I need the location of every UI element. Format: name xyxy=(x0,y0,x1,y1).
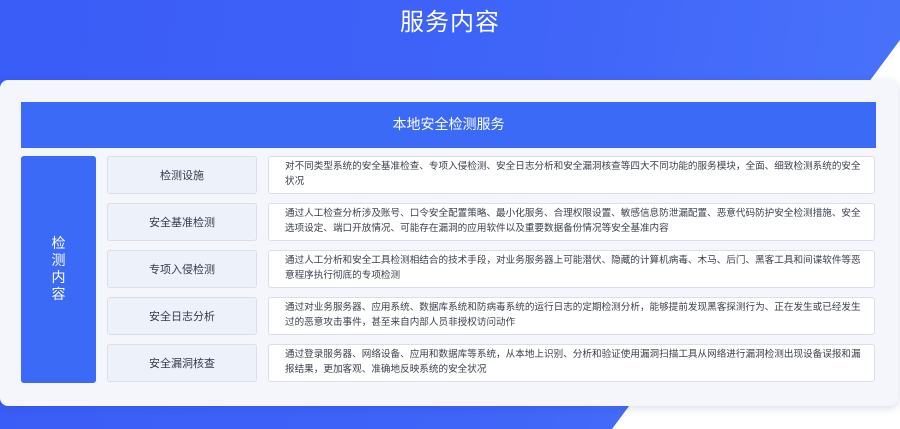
row-name-intrusion-detection: 专项入侵检测 xyxy=(107,250,257,288)
page-title: 服务内容 xyxy=(400,8,500,36)
row-desc-baseline-check: 通过人工检查分析涉及账号、口令安全配置策略、最小化服务、合理权限设置、敏感信息防… xyxy=(268,203,875,241)
service-header: 本地安全检测服务 xyxy=(21,102,876,148)
row-name-log-analysis: 安全日志分析 xyxy=(107,297,257,335)
row-desc-vulnerability-check: 通过登录服务器、网络设备、应用和数据库等系统，从本地上识别、分析和验证使用漏洞扫… xyxy=(268,344,875,382)
row-name-vulnerability-check: 安全漏洞核查 xyxy=(107,344,257,382)
side-category-label: 检测内容 xyxy=(21,156,96,383)
row-name-baseline-check: 安全基准检测 xyxy=(107,203,257,241)
row-desc-detection-facility: 对不同类型系统的安全基准检查、专项入侵检测、安全日志分析和安全漏洞核查等四大不同… xyxy=(268,156,875,194)
service-content-card: 本地安全检测服务 检测内容 检测设施 对不同类型系统的安全基准检查、专项入侵检测… xyxy=(0,80,898,406)
row-name-detection-facility: 检测设施 xyxy=(107,156,257,194)
row-desc-log-analysis: 通过对业务服务器、应用系统、数据库系统和防病毒系统的运行日志的定期检测分析，能够… xyxy=(268,297,875,335)
side-category-label-text: 检测内容 xyxy=(51,235,66,303)
row-desc-intrusion-detection: 通过人工分析和安全工具检测相结合的技术手段，对业务服务器上可能潜伏、隐藏的计算机… xyxy=(268,250,875,288)
